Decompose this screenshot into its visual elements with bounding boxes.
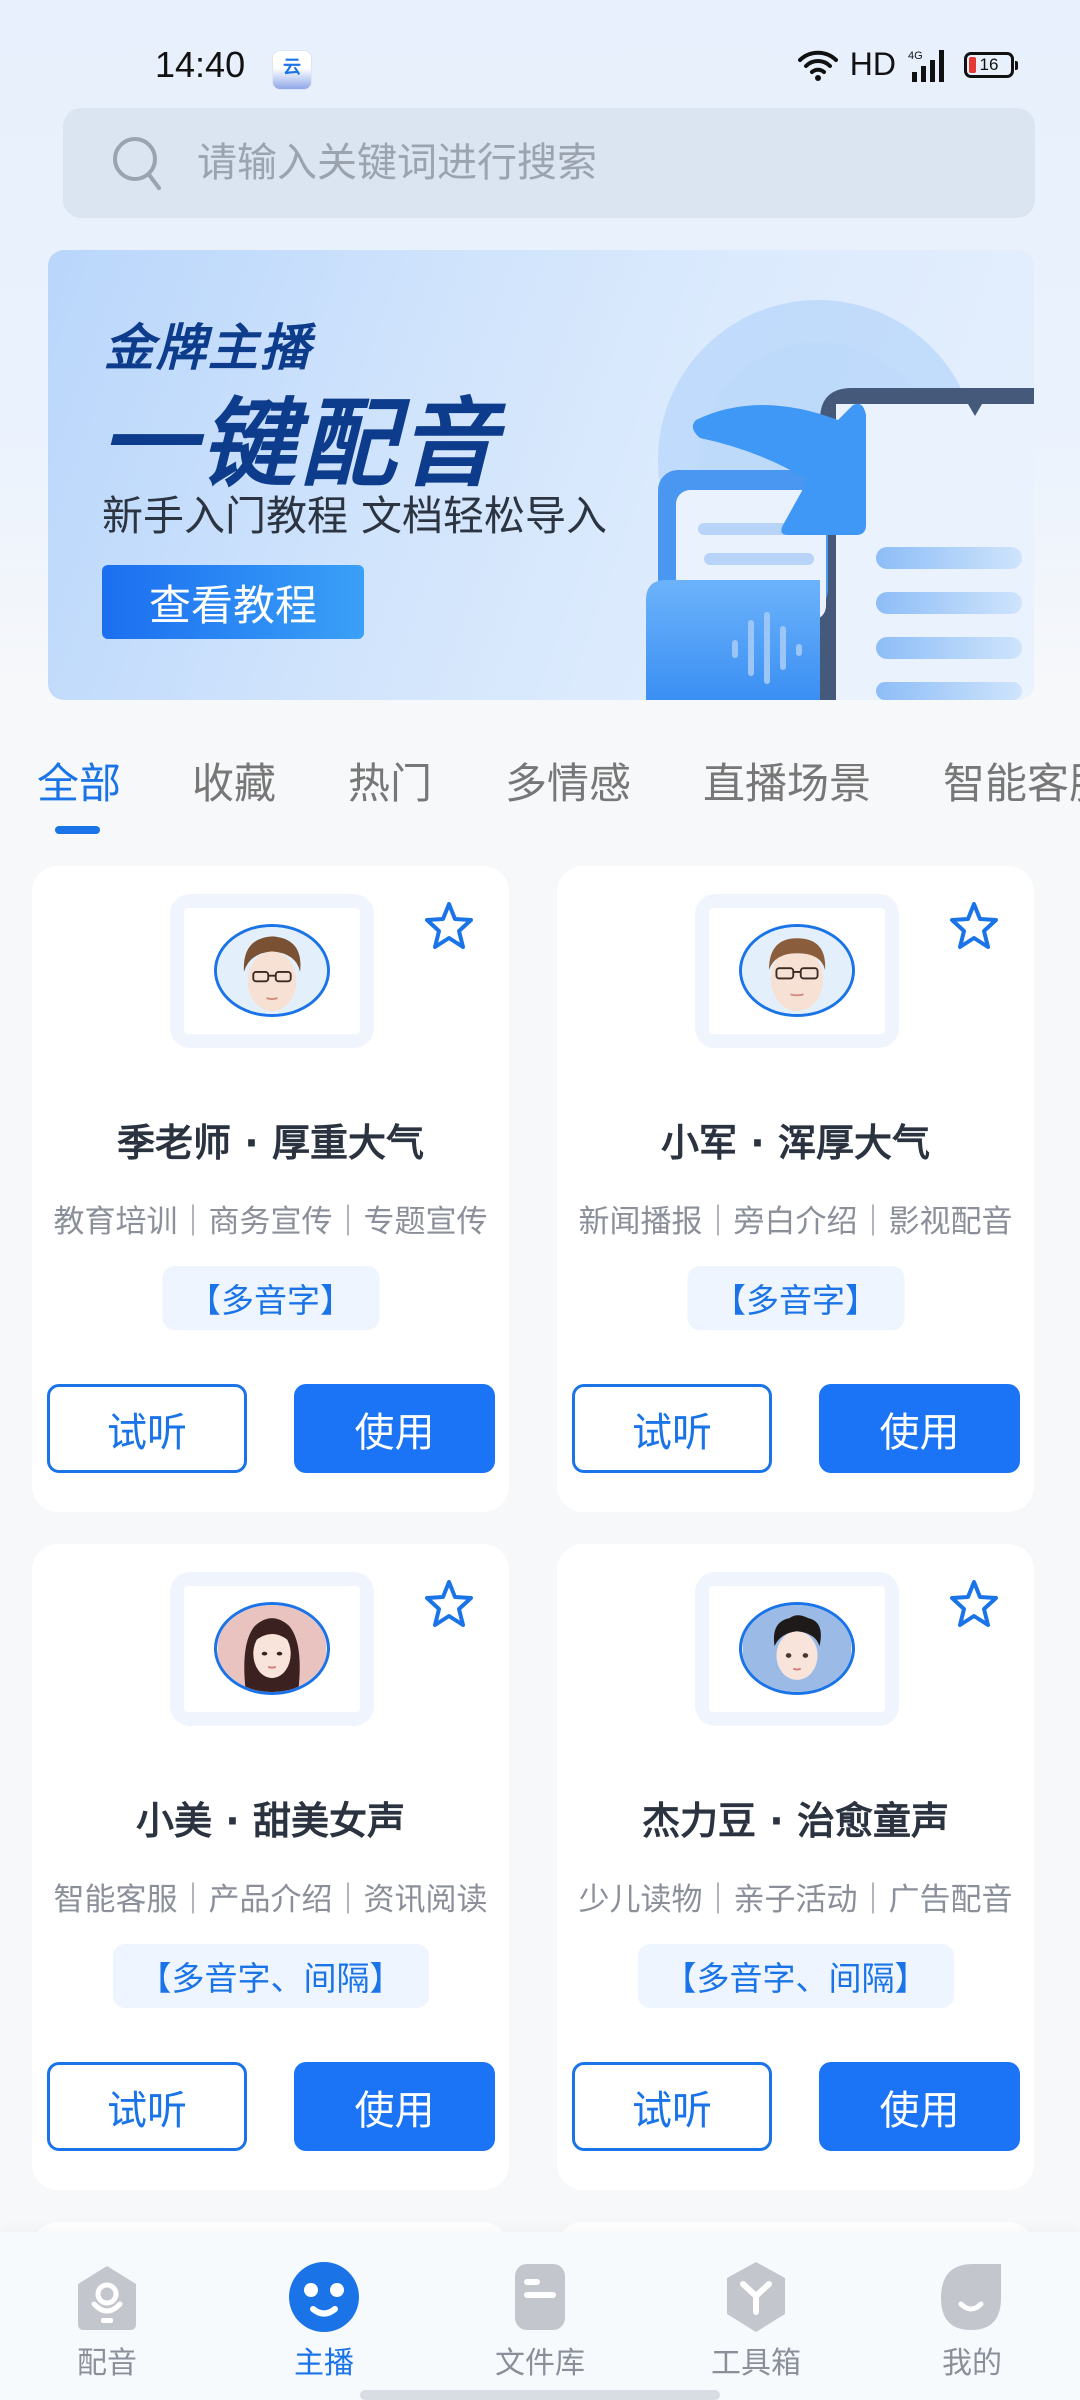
hd-indicator: HD <box>849 46 896 82</box>
nav-item-profile[interactable]: 我的 <box>882 2232 1062 2400</box>
avatar <box>739 1602 855 1695</box>
nav-label: 我的 <box>942 2346 1002 2381</box>
nav-item-dubbing[interactable]: 配音 <box>17 2232 197 2400</box>
voice-name: 季老师 · 厚重大气 <box>117 1121 424 1165</box>
wifi-icon <box>797 50 838 81</box>
voice-name: 小军 · 浑厚大气 <box>661 1121 930 1165</box>
tab-popular[interactable]: 热门 <box>348 750 432 811</box>
favorite-star-icon[interactable] <box>423 900 475 952</box>
favorite-star-icon[interactable] <box>948 900 1000 952</box>
view-tutorial-button[interactable]: 查看教程 <box>102 565 364 639</box>
listen-button[interactable]: 试听 <box>572 2062 772 2151</box>
voice-name: 小美 · 甜美女声 <box>136 1799 405 1843</box>
search-icon <box>109 133 169 193</box>
nav-item-toolbox[interactable]: 工具箱 <box>666 2232 846 2400</box>
feature-badge: 【多音字、间隔】 <box>637 1944 954 2008</box>
use-button[interactable]: 使用 <box>294 2062 495 2151</box>
avatar <box>214 1602 330 1695</box>
favorite-star-icon[interactable] <box>423 1578 475 1630</box>
tab-favorites[interactable]: 收藏 <box>192 750 276 811</box>
listen-button[interactable]: 试听 <box>572 1384 772 1473</box>
banner-subtitle: 新手入门教程 文档轻松导入 <box>102 492 608 540</box>
use-button[interactable]: 使用 <box>819 1384 1020 1473</box>
avatar-frame <box>170 1572 374 1726</box>
feature-badge: 【多音字】 <box>687 1266 904 1330</box>
avatar-frame <box>695 1572 899 1726</box>
nav-label: 工具箱 <box>711 2346 801 2381</box>
nav-item-anchors[interactable]: 主播 <box>234 2232 414 2400</box>
nav-item-file-library[interactable]: 文件库 <box>450 2232 630 2400</box>
profile-icon <box>941 2264 1001 2330</box>
promo-banner[interactable]: 金牌主播 一键配音 新手入门教程 文档轻松导入 查看教程 <box>48 250 1034 700</box>
avatar-frame <box>695 894 899 1048</box>
home-indicator[interactable] <box>360 2390 720 2400</box>
voice-card[interactable]: 杰力豆 · 治愈童声 少儿读物｜亲子活动｜广告配音 【多音字、间隔】 试听 使用 <box>557 1544 1034 2190</box>
app-notification-icon: 云 <box>272 50 312 90</box>
feature-badge: 【多音字、间隔】 <box>112 1944 429 2008</box>
signal-icon: 4G <box>908 49 944 82</box>
feature-badge: 【多音字】 <box>162 1266 379 1330</box>
toolbox-icon <box>727 2262 785 2332</box>
avatar <box>214 924 330 1017</box>
voice-card[interactable]: 小美 · 甜美女声 智能客服｜产品介绍｜资讯阅读 【多音字、间隔】 试听 使用 <box>32 1544 509 2190</box>
nav-label: 主播 <box>294 2346 354 2381</box>
bottom-navigation: 配音 主播 文件库 工具箱 我的 <box>0 2232 1080 2400</box>
active-tab-indicator <box>55 826 100 834</box>
microphone-icon <box>78 2266 136 2330</box>
voice-card[interactable]: 小军 · 浑厚大气 新闻播报｜旁白介绍｜影视配音 【多音字】 试听 使用 <box>557 866 1034 1512</box>
tab-smart-service[interactable]: 智能客服 <box>943 750 1080 811</box>
avatar <box>739 924 855 1017</box>
battery-indicator: 16 <box>964 51 1018 78</box>
search-bar[interactable] <box>63 108 1035 218</box>
listen-button[interactable]: 试听 <box>47 2062 247 2151</box>
status-indicators: HD 4G 16 <box>797 46 1018 83</box>
voice-tags: 新闻播报｜旁白介绍｜影视配音 <box>578 1204 1013 1240</box>
tab-all[interactable]: 全部 <box>37 750 121 811</box>
status-bar: 14:40 云 HD 4G 16 <box>0 0 1080 100</box>
document-import-illustration <box>646 300 1034 700</box>
use-button[interactable]: 使用 <box>294 1384 495 1473</box>
status-time: 14:40 <box>155 44 246 85</box>
voice-tags: 智能客服｜产品介绍｜资讯阅读 <box>53 1882 488 1918</box>
voice-card[interactable]: 季老师 · 厚重大气 教育培训｜商务宣传｜专题宣传 【多音字】 试听 使用 <box>32 866 509 1512</box>
tab-multi-emotion[interactable]: 多情感 <box>505 750 631 811</box>
search-input[interactable] <box>197 140 997 186</box>
use-button[interactable]: 使用 <box>819 2062 1020 2151</box>
favorite-star-icon[interactable] <box>948 1578 1000 1630</box>
voice-tags: 教育培训｜商务宣传｜专题宣传 <box>53 1204 488 1240</box>
nav-label: 文件库 <box>495 2346 585 2381</box>
category-tabs: 全部 收藏 热门 多情感 直播场景 智能客服 <box>0 720 1080 840</box>
tab-live-scene[interactable]: 直播场景 <box>703 750 871 811</box>
signal-type-label: 4G <box>908 50 923 62</box>
voice-name: 杰力豆 · 治愈童声 <box>642 1799 949 1843</box>
folder-icon <box>515 2264 565 2330</box>
nav-label: 配音 <box>77 2346 137 2381</box>
listen-button[interactable]: 试听 <box>47 1384 247 1473</box>
avatar-frame <box>170 894 374 1048</box>
voice-tags: 少儿读物｜亲子活动｜广告配音 <box>578 1882 1013 1918</box>
smiley-face-icon <box>289 2262 359 2332</box>
